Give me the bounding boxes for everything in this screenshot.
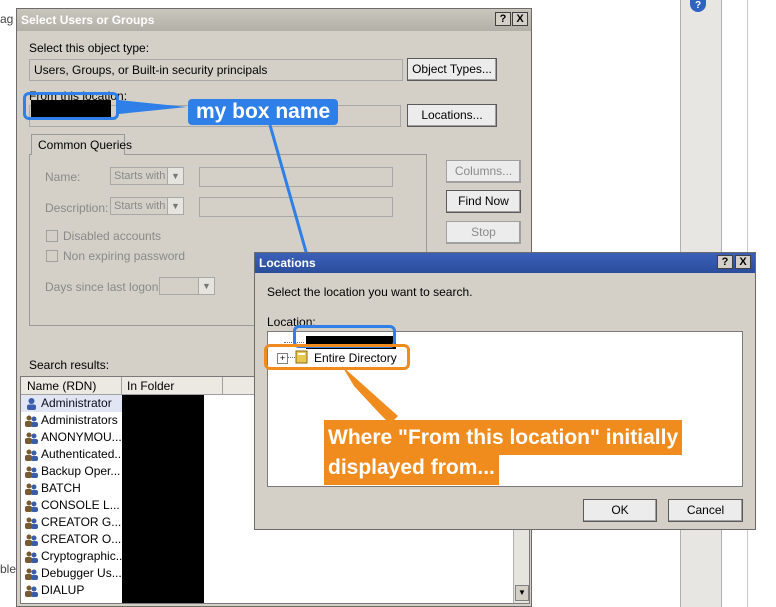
- locations-prompt: Select the location you want to search.: [267, 285, 473, 299]
- name-starts-with-value: Starts with: [114, 170, 166, 182]
- group-icon: [25, 414, 38, 427]
- list-item-label: CREATOR G...: [41, 515, 122, 529]
- orange-pointer-arrow: [342, 366, 398, 424]
- list-item-label: Administrators: [41, 413, 118, 427]
- ok-button[interactable]: OK: [583, 499, 657, 522]
- select-users-titlebar[interactable]: Select Users or Groups ? X: [17, 9, 531, 31]
- background-partial-text: ag: [0, 12, 14, 26]
- chevron-down-icon: ▼: [198, 278, 214, 294]
- days-since-logon-select: ▼: [159, 277, 215, 295]
- redacted-folder-column: [122, 395, 204, 603]
- list-item-label: Cryptographic...: [41, 549, 126, 563]
- list-item-label: CONSOLE L...: [41, 498, 120, 512]
- object-types-button[interactable]: Object Types...: [407, 58, 497, 81]
- dialog-title: Select Users or Groups: [21, 13, 155, 27]
- list-item-label: Authenticated...: [41, 447, 125, 461]
- column-header-name[interactable]: Name (RDN): [21, 377, 122, 394]
- locations-title: Locations: [259, 256, 316, 270]
- name-label: Name:: [45, 170, 81, 184]
- locations-dialog: Locations ? X Select the location you wa…: [254, 252, 756, 530]
- days-since-logon-label: Days since last logon:: [45, 280, 162, 294]
- background-partial-text-2: ble: [0, 562, 17, 576]
- help-button[interactable]: ?: [495, 12, 511, 26]
- group-icon: [25, 431, 38, 444]
- group-icon: [25, 448, 38, 461]
- group-icon: [25, 516, 38, 529]
- selected-row-highlight: [21, 395, 122, 412]
- tab-label: Common Queries: [38, 138, 133, 152]
- find-now-button[interactable]: Find Now: [446, 190, 521, 213]
- object-type-label: Select this object type:: [29, 41, 150, 55]
- scroll-down-arrow-icon[interactable]: ▼: [515, 585, 529, 601]
- list-item-label: Debugger Us...: [41, 566, 122, 580]
- description-starts-with-value: Starts with: [114, 200, 166, 212]
- locations-button[interactable]: Locations...: [407, 104, 497, 127]
- disabled-accounts-label: Disabled accounts: [63, 229, 162, 243]
- group-icon: [25, 533, 38, 546]
- non-expiring-password-checkbox: [46, 250, 58, 262]
- column-header-folder-label: In Folder: [127, 379, 175, 393]
- object-type-field: Users, Groups, or Built-in security prin…: [29, 59, 403, 81]
- column-header-folder[interactable]: In Folder: [122, 377, 223, 394]
- blue-pointer-arrow: [119, 100, 187, 114]
- orange-annotation-line2: displayed from...: [324, 450, 499, 485]
- group-icon: [25, 584, 38, 597]
- non-expiring-password-label: Non expiring password: [63, 249, 186, 263]
- name-starts-with-select: Starts with ▼: [110, 167, 184, 185]
- disabled-accounts-checkbox: [46, 230, 58, 242]
- list-item-label: Backup Oper...: [41, 464, 121, 478]
- list-item-label: DIALUP: [41, 583, 85, 597]
- help-button[interactable]: ?: [717, 255, 733, 269]
- list-item-label: CREATOR O...: [41, 532, 122, 546]
- group-icon: [25, 465, 38, 478]
- close-button[interactable]: X: [735, 255, 751, 269]
- group-icon: [25, 482, 38, 495]
- close-button[interactable]: X: [512, 12, 528, 26]
- description-starts-with-select: Starts with ▼: [110, 197, 184, 215]
- object-type-value: Users, Groups, or Built-in security prin…: [34, 63, 268, 77]
- list-item-label: ANONYMOU...: [41, 430, 122, 444]
- group-icon: [25, 567, 38, 580]
- search-results-label: Search results:: [29, 358, 110, 372]
- description-label: Description:: [45, 201, 109, 215]
- column-header-name-label: Name (RDN): [27, 379, 97, 393]
- group-icon: [25, 499, 38, 512]
- stop-button: Stop: [446, 221, 521, 244]
- tab-common-queries[interactable]: Common Queries: [31, 134, 132, 155]
- chevron-down-icon: ▼: [167, 168, 183, 184]
- cancel-button[interactable]: Cancel: [668, 499, 743, 522]
- group-icon: [25, 550, 38, 563]
- blue-highlight-box: [23, 92, 119, 120]
- chevron-down-icon: ▼: [167, 198, 183, 214]
- locations-titlebar[interactable]: Locations ? X: [255, 253, 755, 273]
- list-item-label: BATCH: [41, 481, 81, 495]
- columns-button: Columns...: [446, 160, 521, 183]
- background-left-strip: [0, 0, 16, 607]
